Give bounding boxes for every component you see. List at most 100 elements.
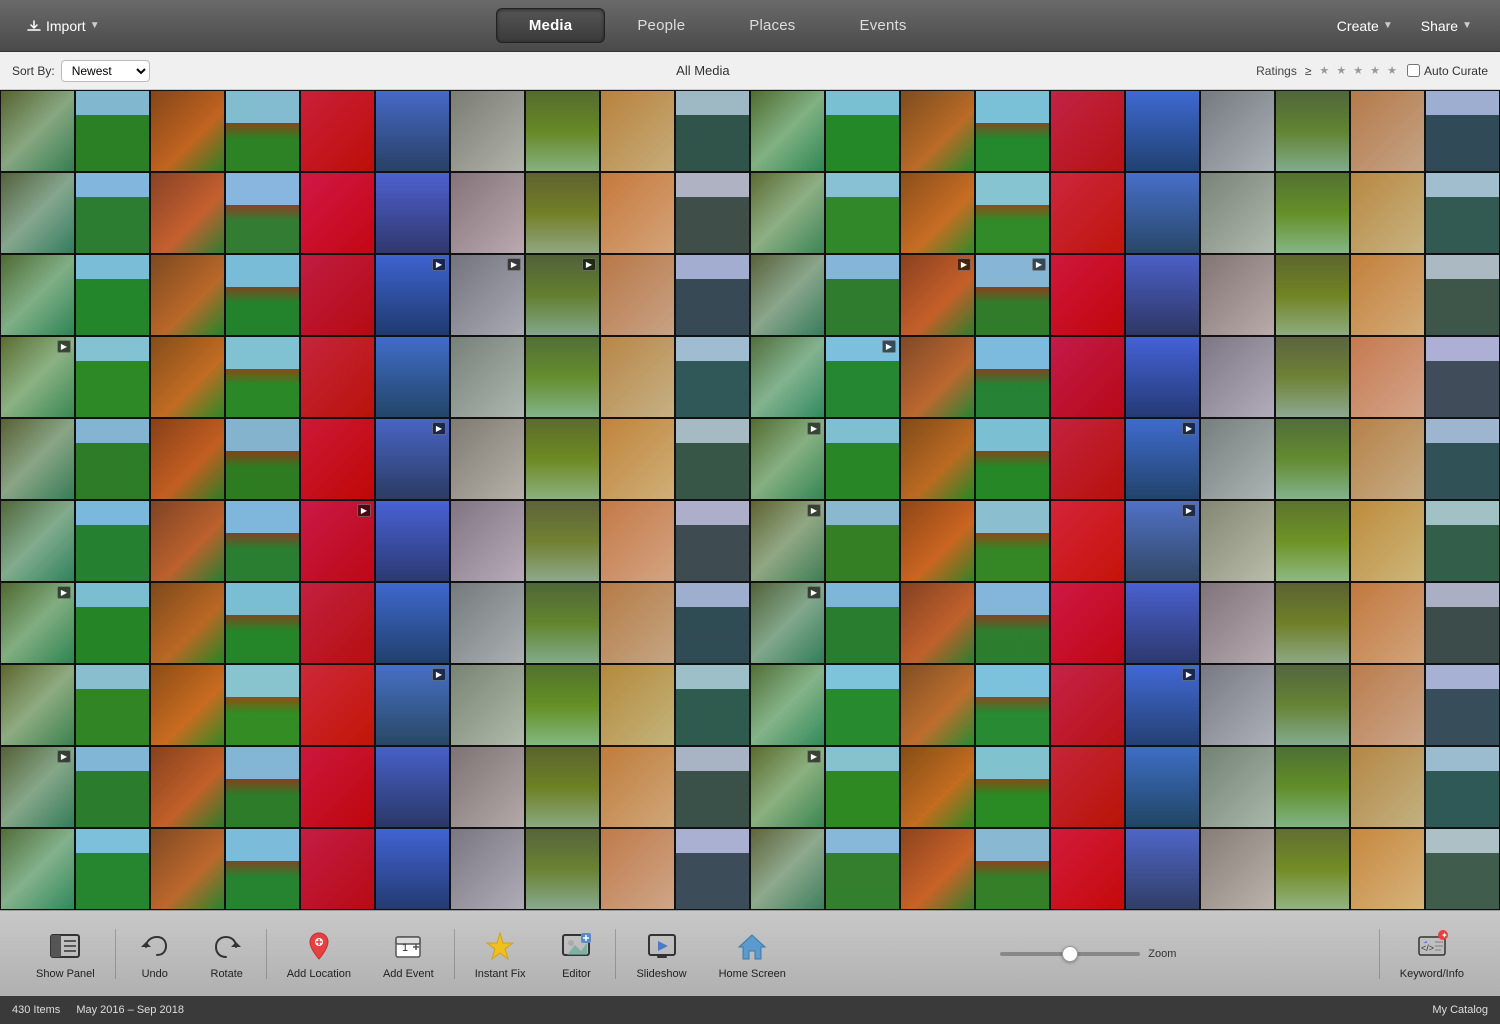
photo-cell[interactable] (225, 500, 300, 582)
photo-cell[interactable] (75, 828, 150, 910)
photo-cell[interactable] (0, 828, 75, 910)
rotate-button[interactable]: Rotate (192, 922, 262, 986)
photo-cell[interactable] (450, 828, 525, 910)
photo-cell[interactable] (1200, 746, 1275, 828)
photo-cell[interactable] (300, 746, 375, 828)
photo-cell[interactable]: ▶ (0, 336, 75, 418)
photo-cell[interactable] (300, 828, 375, 910)
photo-cell[interactable] (600, 746, 675, 828)
photo-cell[interactable] (675, 500, 750, 582)
photo-cell[interactable]: ▶ (375, 254, 450, 336)
zoom-slider[interactable] (1000, 952, 1140, 956)
photo-cell[interactable]: ▶ (750, 582, 825, 664)
photo-cell[interactable] (450, 418, 525, 500)
photo-cell[interactable] (150, 746, 225, 828)
sort-select[interactable]: Newest Oldest Name Rating (61, 60, 150, 82)
photo-cell[interactable] (1425, 336, 1500, 418)
photo-cell[interactable]: ▶ (1125, 418, 1200, 500)
photo-cell[interactable]: ▶ (750, 418, 825, 500)
photo-cell[interactable] (825, 746, 900, 828)
tab-events[interactable]: Events (828, 8, 939, 43)
photo-cell[interactable] (0, 500, 75, 582)
photo-cell[interactable] (225, 172, 300, 254)
photo-cell[interactable] (1350, 664, 1425, 746)
photo-cell[interactable] (1275, 336, 1350, 418)
photo-cell[interactable] (525, 828, 600, 910)
rating-stars[interactable]: ★ ★ ★ ★ ★ (1319, 64, 1399, 77)
photo-cell[interactable] (1350, 500, 1425, 582)
photo-cell[interactable] (300, 336, 375, 418)
photo-cell[interactable] (1200, 828, 1275, 910)
photo-cell[interactable] (825, 90, 900, 172)
photo-cell[interactable] (675, 582, 750, 664)
photo-cell[interactable] (0, 172, 75, 254)
import-button[interactable]: Import ▼ (16, 12, 110, 40)
photo-cell[interactable] (225, 582, 300, 664)
photo-cell[interactable] (525, 500, 600, 582)
photo-cell[interactable] (1050, 582, 1125, 664)
photo-cell[interactable] (450, 746, 525, 828)
photo-cell[interactable] (825, 172, 900, 254)
photo-cell[interactable] (0, 90, 75, 172)
photo-cell[interactable] (1200, 500, 1275, 582)
photo-cell[interactable] (1425, 500, 1500, 582)
photo-cell[interactable] (1200, 90, 1275, 172)
photo-cell[interactable] (975, 500, 1050, 582)
photo-cell[interactable]: ▶ (975, 254, 1050, 336)
photo-cell[interactable] (600, 582, 675, 664)
photo-cell[interactable] (1350, 418, 1425, 500)
photo-cell[interactable] (150, 500, 225, 582)
photo-cell[interactable] (1350, 828, 1425, 910)
create-button[interactable]: Create ▼ (1325, 12, 1405, 40)
photo-cell[interactable] (825, 500, 900, 582)
photo-cell[interactable] (975, 336, 1050, 418)
photo-cell[interactable] (1200, 418, 1275, 500)
tab-places[interactable]: Places (717, 8, 827, 43)
photo-cell[interactable] (1050, 172, 1125, 254)
editor-button[interactable]: Editor (541, 922, 611, 986)
photo-cell[interactable] (375, 500, 450, 582)
photo-cell[interactable] (375, 746, 450, 828)
photo-cell[interactable] (75, 336, 150, 418)
photo-cell[interactable] (975, 746, 1050, 828)
photo-cell[interactable] (450, 90, 525, 172)
photo-cell[interactable] (450, 172, 525, 254)
photo-cell[interactable] (450, 582, 525, 664)
photo-cell[interactable] (150, 254, 225, 336)
photo-cell[interactable] (150, 582, 225, 664)
photo-cell[interactable] (1275, 664, 1350, 746)
photo-cell[interactable] (1425, 746, 1500, 828)
photo-cell[interactable]: ▶ (900, 254, 975, 336)
photo-cell[interactable] (975, 828, 1050, 910)
photo-cell[interactable] (1350, 90, 1425, 172)
add-event-button[interactable]: 1 Add Event (367, 922, 450, 986)
photo-cell[interactable] (525, 336, 600, 418)
instant-fix-button[interactable]: Instant Fix (459, 922, 542, 986)
photo-cell[interactable] (375, 336, 450, 418)
photo-cell[interactable] (1275, 828, 1350, 910)
photo-cell[interactable] (525, 664, 600, 746)
photo-cell[interactable] (300, 582, 375, 664)
photo-cell[interactable] (900, 172, 975, 254)
photo-cell[interactable] (225, 828, 300, 910)
photo-cell[interactable] (825, 828, 900, 910)
photo-cell[interactable]: ▶ (375, 418, 450, 500)
photo-cell[interactable] (375, 582, 450, 664)
photo-cell[interactable] (600, 336, 675, 418)
photo-cell[interactable] (975, 664, 1050, 746)
photo-cell[interactable] (1200, 254, 1275, 336)
undo-button[interactable]: Undo (120, 922, 190, 986)
photo-cell[interactable] (675, 746, 750, 828)
photo-cell[interactable] (675, 254, 750, 336)
photo-cell[interactable] (450, 500, 525, 582)
photo-cell[interactable] (600, 254, 675, 336)
photo-cell[interactable] (375, 172, 450, 254)
photo-cell[interactable] (825, 418, 900, 500)
photo-cell[interactable] (1275, 582, 1350, 664)
photo-cell[interactable] (675, 664, 750, 746)
photo-cell[interactable] (1050, 500, 1125, 582)
photo-cell[interactable] (1275, 254, 1350, 336)
photo-cell[interactable] (600, 172, 675, 254)
photo-cell[interactable] (525, 582, 600, 664)
photo-cell[interactable] (675, 90, 750, 172)
